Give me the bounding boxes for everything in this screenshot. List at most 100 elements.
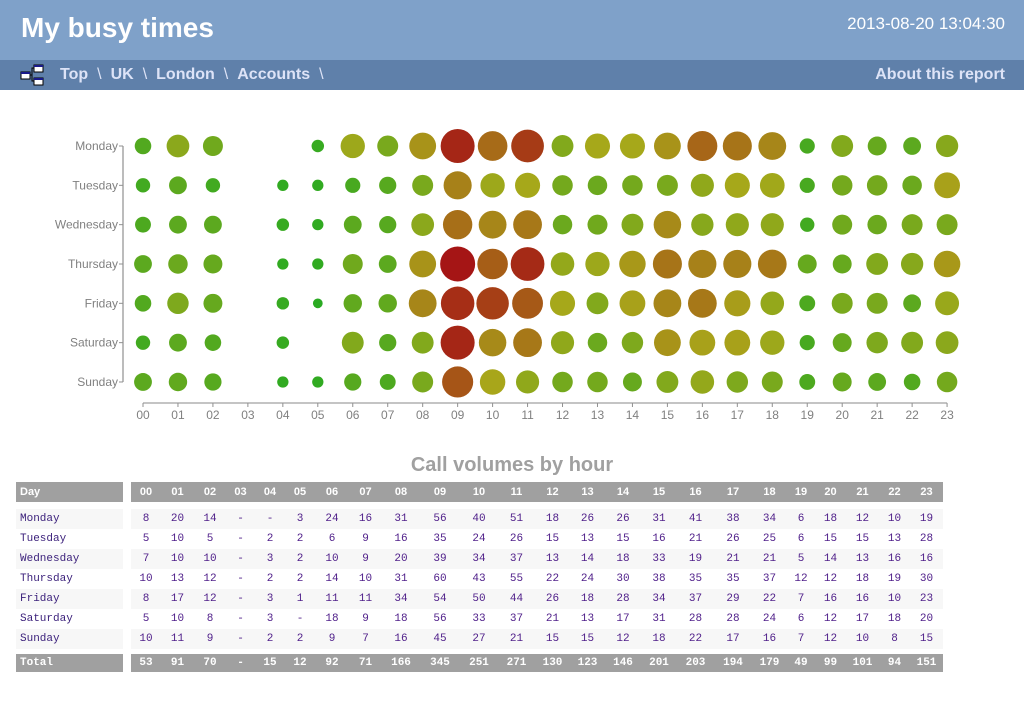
table-cell: 54 <box>420 589 460 609</box>
bubble <box>653 210 682 239</box>
column-header-hour: 07 <box>349 482 382 502</box>
bubble <box>135 216 151 233</box>
table-cell: 33 <box>472 613 486 625</box>
bubble <box>831 292 853 314</box>
table-cell: 45 <box>420 629 460 649</box>
bubble <box>619 250 646 278</box>
table-cell: 13 <box>887 533 902 545</box>
table-cell: 3 <box>285 509 315 529</box>
bubble <box>134 137 152 155</box>
bubble <box>832 254 852 274</box>
bubble <box>277 179 289 191</box>
bubble <box>312 376 324 388</box>
breadcrumb-accounts[interactable]: Accounts <box>237 66 310 84</box>
bubble <box>379 374 396 390</box>
table-cell: 10 <box>170 613 185 625</box>
x-tick-label: 18 <box>766 408 780 422</box>
bubble <box>440 246 476 282</box>
table-cell: 10 <box>315 549 349 569</box>
bubble <box>934 172 960 199</box>
table-cell: - <box>226 549 255 569</box>
breadcrumb-uk[interactable]: UK <box>111 66 134 84</box>
table-cell: 10 <box>358 573 373 585</box>
bubble <box>723 249 752 279</box>
bubble <box>831 135 854 157</box>
bubble <box>621 331 644 354</box>
bubble <box>312 258 324 270</box>
column-header-hour: 19 <box>787 482 815 502</box>
bubble <box>409 250 437 278</box>
x-tick-label: 21 <box>870 408 884 422</box>
column-header-hour: 13 <box>570 482 605 502</box>
table-cell: 24 <box>472 533 486 545</box>
table-cell: 38 <box>652 573 666 585</box>
table-cell: 6 <box>328 533 336 545</box>
table-cell: 13 <box>535 549 570 569</box>
table-cell: 14 <box>815 549 846 569</box>
table-cell: 18 <box>815 509 846 529</box>
table-cell: 24 <box>315 509 349 529</box>
about-report-link[interactable]: About this report <box>875 66 1005 84</box>
column-gap <box>123 569 131 589</box>
bubble <box>440 286 475 321</box>
column-header-hour: 05 <box>285 482 315 502</box>
breadcrumb-london[interactable]: London <box>156 66 215 84</box>
bubble <box>652 249 682 279</box>
column-header-hour: 22 <box>879 482 910 502</box>
table-cell: 12 <box>203 573 217 585</box>
table-cell: 15 <box>255 654 285 672</box>
table-cell: 28 <box>919 533 934 545</box>
table-cell: 28 <box>688 613 703 625</box>
table-cell: 13 <box>846 549 879 569</box>
table-cell: 24 <box>762 613 777 625</box>
bubble <box>409 132 437 160</box>
table-cell: 17 <box>855 613 870 625</box>
bubble <box>619 290 646 317</box>
breadcrumb-bar: Top \ UK \ London \ Accounts \ About thi… <box>0 60 1024 90</box>
table-cell: 2 <box>296 573 304 585</box>
bubble <box>166 134 190 158</box>
bubble <box>653 132 681 160</box>
table-cell: - <box>255 509 285 529</box>
table-cell: 51 <box>498 509 535 529</box>
table-cell: 19 <box>677 549 714 569</box>
bubble <box>276 297 290 310</box>
hierarchy-icon[interactable] <box>20 64 45 86</box>
table-cell: 35 <box>688 573 703 585</box>
table-cell: 146 <box>605 654 641 672</box>
bubble <box>312 298 323 309</box>
table-cell: 94 <box>879 654 910 672</box>
table-cell: 31 <box>641 509 677 529</box>
bubble <box>277 258 289 270</box>
column-header-hour: 16 <box>677 482 714 502</box>
table-cell: 7 <box>787 589 815 609</box>
bubble <box>797 254 817 274</box>
day-name: Tuesday <box>20 533 67 545</box>
bubble <box>342 253 363 274</box>
table-cell: 13 <box>170 573 185 585</box>
table-cell: 201 <box>641 654 677 672</box>
table-cell: 24 <box>580 573 595 585</box>
table-cell: 91 <box>161 654 194 672</box>
bubble <box>552 175 573 196</box>
x-tick-label: 13 <box>591 408 605 422</box>
bubble <box>512 287 543 319</box>
table-cell: 31 <box>382 509 420 529</box>
table-cell: - <box>226 629 255 649</box>
bubble <box>440 128 475 164</box>
table-cell: 70 <box>194 654 226 672</box>
table-cell: 27 <box>460 629 498 649</box>
table-cell: 26 <box>605 509 641 529</box>
x-tick-label: 22 <box>905 408 919 422</box>
breadcrumb-top[interactable]: Top <box>60 66 88 84</box>
table-cell: 13 <box>580 533 595 545</box>
bubble <box>832 372 852 392</box>
table-cell: 8 <box>879 629 910 649</box>
bubble <box>935 291 960 316</box>
x-tick-label: 02 <box>206 408 220 422</box>
column-header-hour: 01 <box>161 482 194 502</box>
table-cell: 10 <box>879 509 910 529</box>
report-header: My busy times 2013-08-20 13:04:30 <box>0 0 1024 60</box>
bubble <box>903 373 921 391</box>
bubble <box>587 332 608 353</box>
